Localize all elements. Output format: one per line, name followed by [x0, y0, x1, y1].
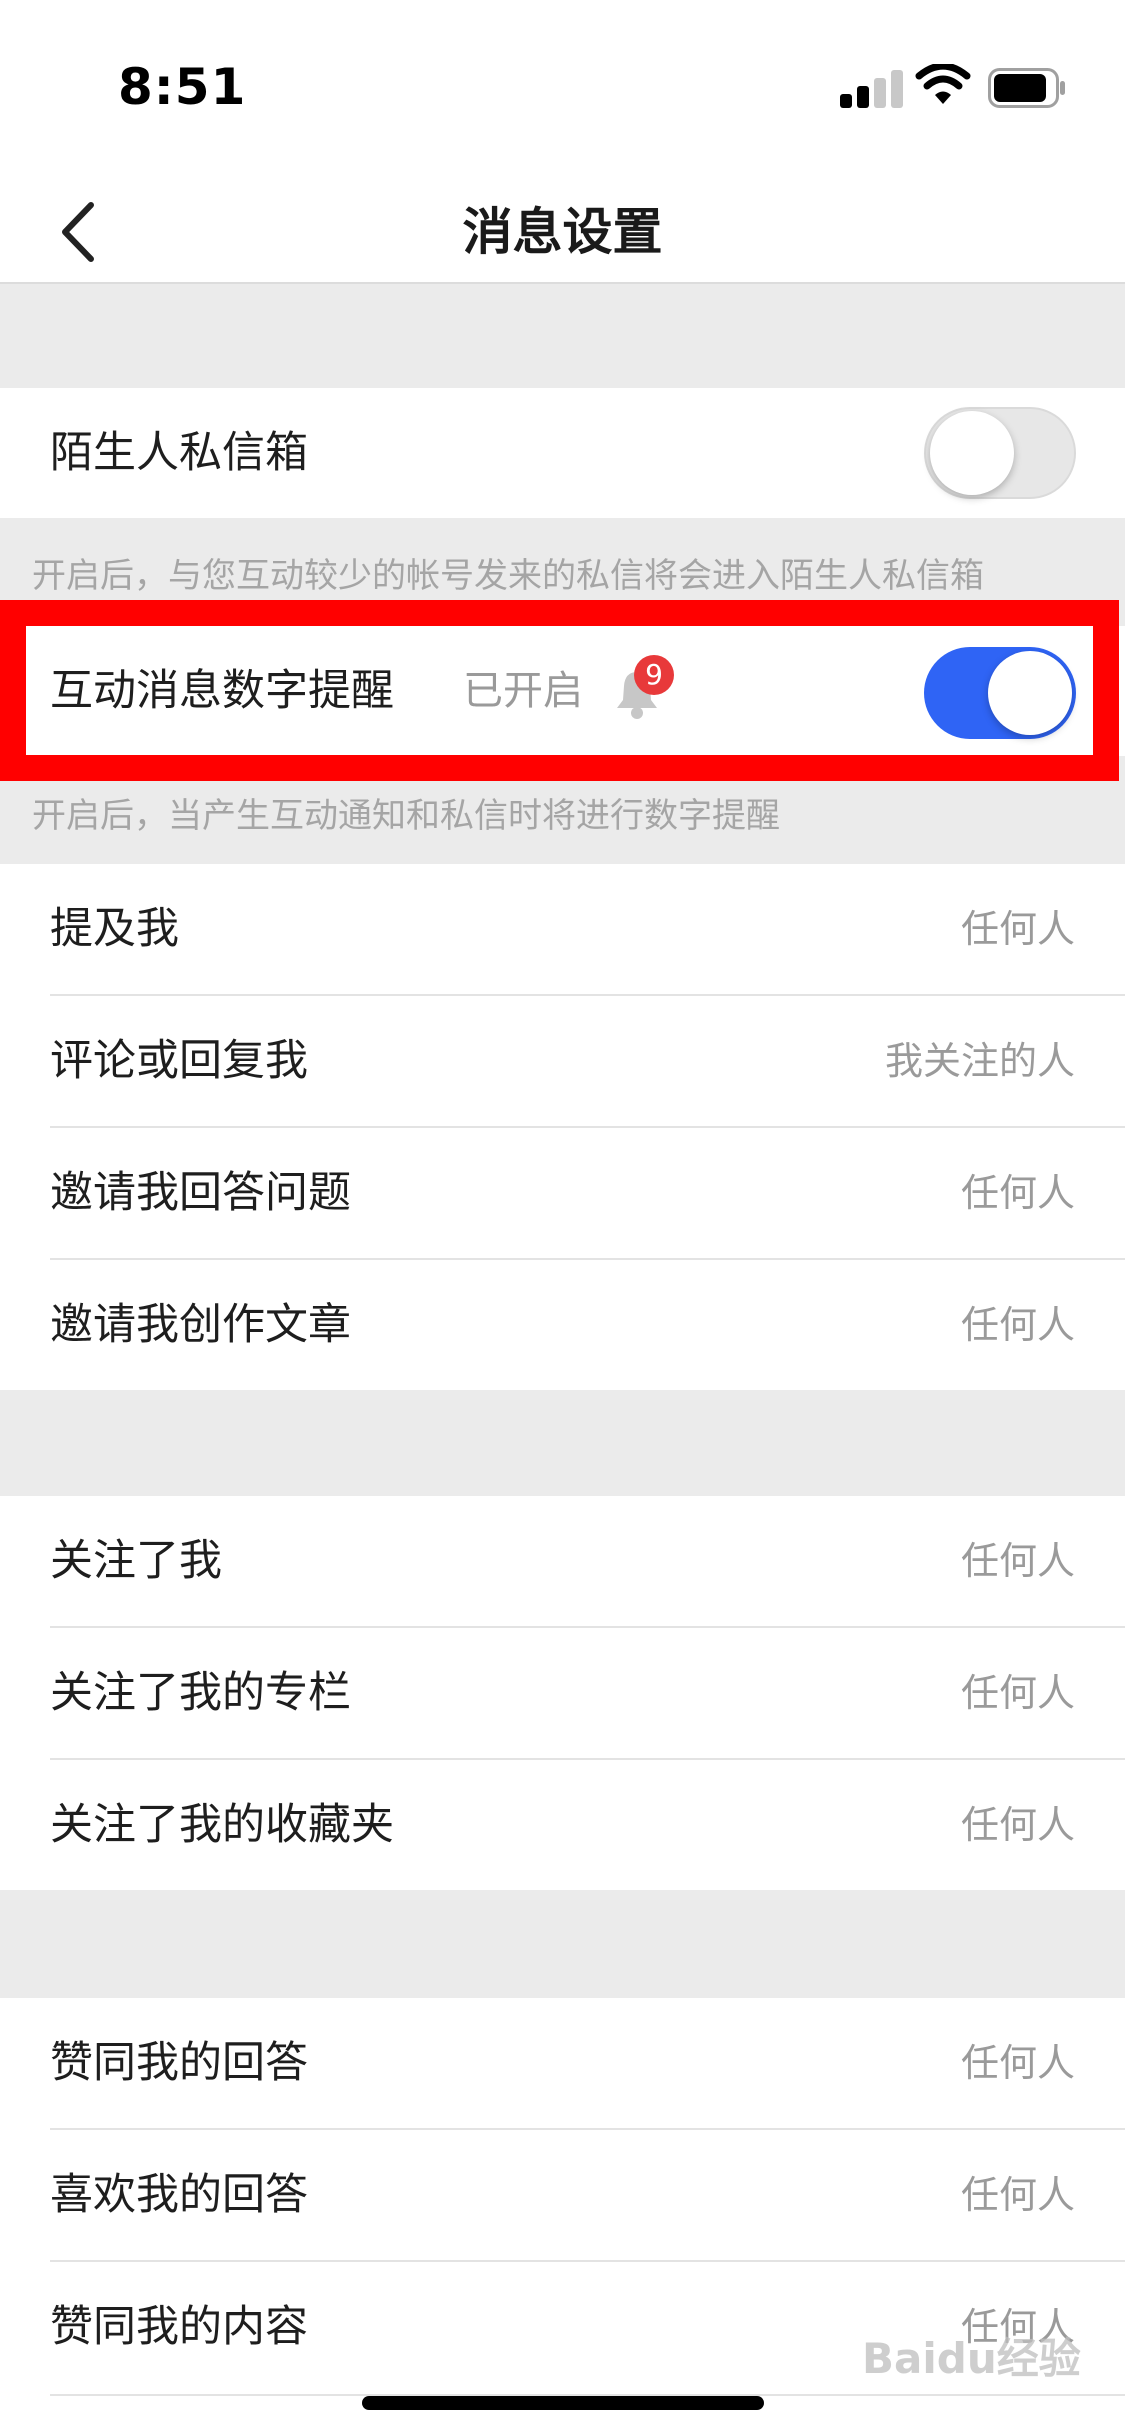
- row-value: 任何人: [960, 1671, 1075, 1715]
- row-value: 任何人: [960, 2041, 1075, 2085]
- settings-row-invite-article[interactable]: 邀请我创作文章 任何人: [0, 1260, 1125, 1390]
- row-label: 赞同我的内容: [50, 2302, 308, 2352]
- watermark: Baidu经验: [862, 2334, 1081, 2383]
- page-title: 消息设置: [462, 203, 663, 261]
- row-value: 任何人: [960, 1171, 1075, 1215]
- settings-row-mention[interactable]: 提及我 任何人: [0, 864, 1125, 996]
- row-label: 喜欢我的回答: [50, 2170, 308, 2220]
- status-time: 8:51: [118, 58, 247, 116]
- row-label: 提及我: [50, 904, 179, 954]
- home-indicator[interactable]: [362, 2396, 764, 2410]
- settings-row-comment[interactable]: 评论或回复我 我关注的人: [0, 996, 1125, 1128]
- row-value: 任何人: [960, 1539, 1075, 1583]
- toggle-knob: [930, 411, 1014, 495]
- row-value: 我关注的人: [884, 1039, 1075, 1083]
- row-value: 任何人: [960, 1803, 1075, 1847]
- row-value: 任何人: [960, 1303, 1075, 1347]
- settings-row-follow-collection[interactable]: 关注了我的收藏夹 任何人: [0, 1760, 1125, 1890]
- settings-row-follow-me[interactable]: 关注了我 任何人: [0, 1496, 1125, 1628]
- status-bar: 8:51: [0, 0, 1125, 180]
- nav-bar: 消息设置: [0, 180, 1125, 284]
- row-label: 邀请我创作文章: [50, 1300, 351, 1350]
- settings-row-invite-answer[interactable]: 邀请我回答问题 任何人: [0, 1128, 1125, 1260]
- row-label: 赞同我的回答: [50, 2038, 308, 2088]
- stranger-inbox-toggle[interactable]: [924, 407, 1076, 499]
- highlight-box: [0, 600, 1119, 781]
- row-label: 关注了我的收藏夹: [50, 1800, 394, 1850]
- row-label: 关注了我的专栏: [50, 1668, 351, 1718]
- signal-icon: [840, 70, 903, 108]
- stranger-inbox-row[interactable]: 陌生人私信箱: [0, 388, 1125, 518]
- interaction-badge-note: 开启后，当产生互动通知和私信时将进行数字提醒: [32, 796, 780, 836]
- row-label: 关注了我: [50, 1536, 222, 1586]
- stranger-inbox-label: 陌生人私信箱: [50, 428, 308, 478]
- battery-icon: [988, 68, 1065, 108]
- settings-row-follow-column[interactable]: 关注了我的专栏 任何人: [0, 1628, 1125, 1760]
- row-value: 任何人: [960, 907, 1075, 951]
- settings-row-like-answer[interactable]: 喜欢我的回答 任何人: [0, 2130, 1125, 2262]
- stranger-inbox-note: 开启后，与您互动较少的帐号发来的私信将会进入陌生人私信箱: [32, 556, 984, 596]
- row-value: 任何人: [960, 2173, 1075, 2217]
- row-label: 评论或回复我: [50, 1036, 308, 1086]
- wifi-icon: [915, 64, 971, 104]
- settings-row-upvote-answer[interactable]: 赞同我的回答 任何人: [0, 1998, 1125, 2130]
- row-label: 邀请我回答问题: [50, 1168, 351, 1218]
